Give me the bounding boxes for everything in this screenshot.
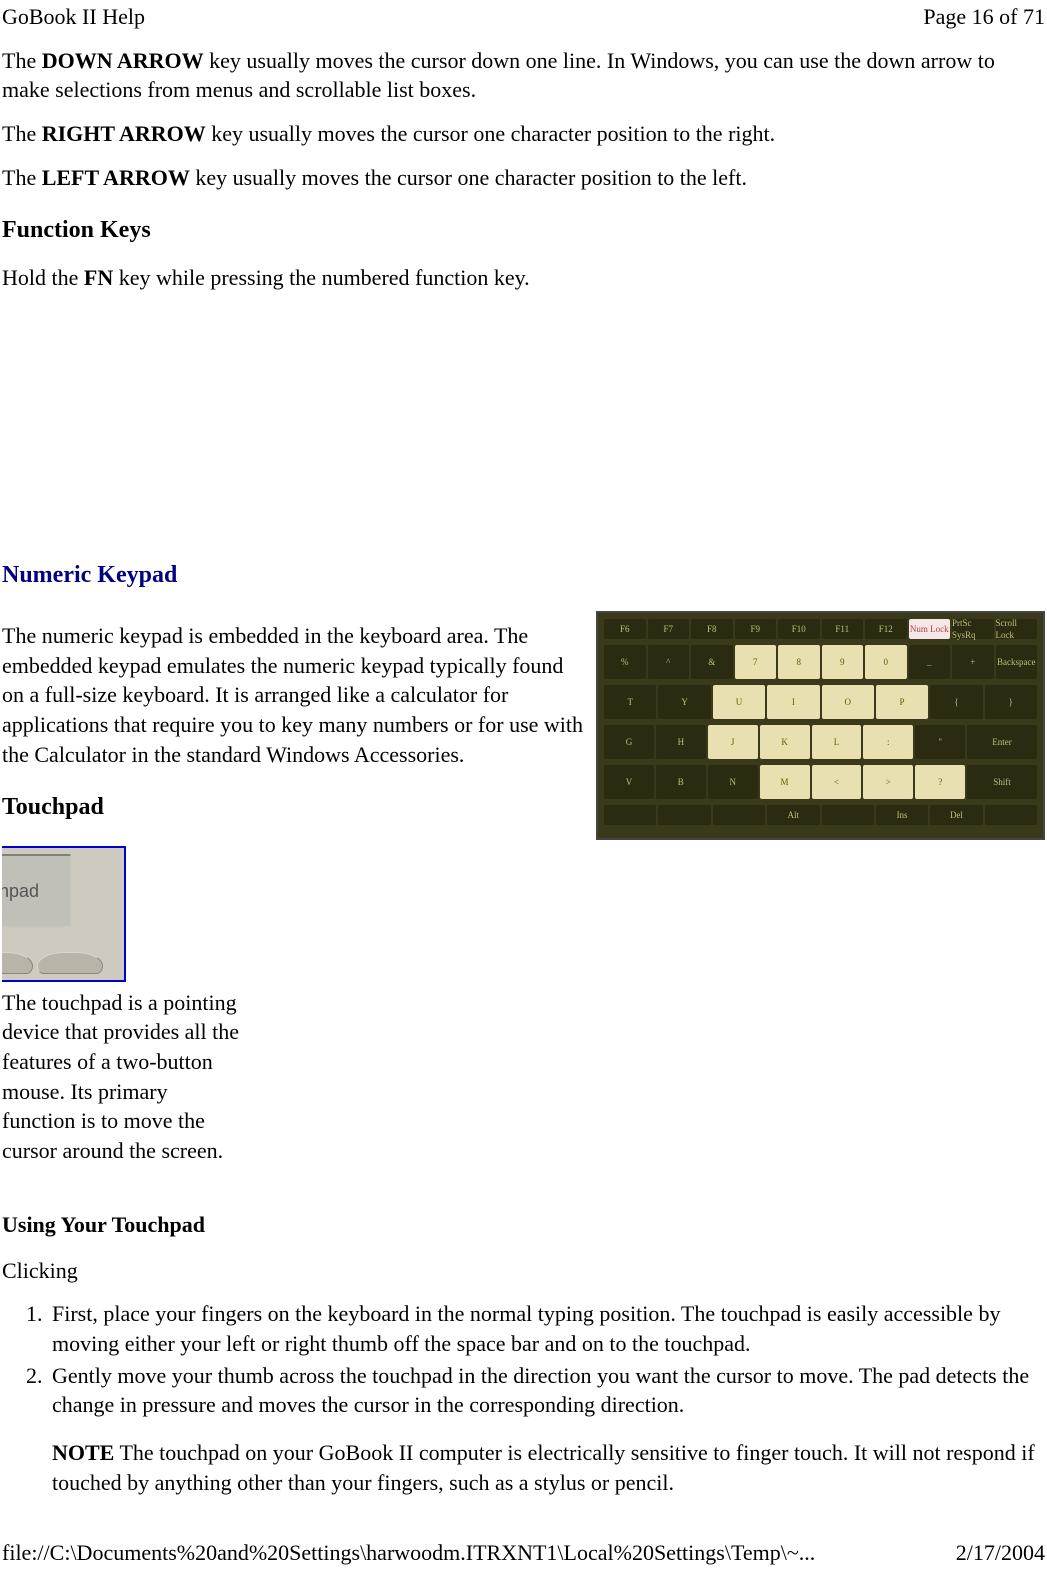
numeric-keypad-heading: Numeric Keypad (2, 559, 1045, 591)
key: N (708, 765, 758, 799)
right-arrow-label: RIGHT ARROW (42, 121, 206, 146)
key-highlight: O (822, 685, 874, 719)
key: _ (909, 645, 951, 679)
key: B (656, 765, 706, 799)
touchpad-image: Touchpad (2, 846, 126, 982)
function-keys-heading: Function Keys (2, 214, 1045, 246)
key-highlight: M (760, 765, 810, 799)
right-arrow-paragraph: The RIGHT ARROW key usually moves the cu… (2, 119, 1045, 149)
key: Del (930, 805, 982, 825)
key: Backspace (996, 645, 1038, 679)
left-arrow-label: LEFT ARROW (42, 165, 190, 190)
key (713, 805, 765, 825)
key: Y (658, 685, 710, 719)
key-highlight: ? (915, 765, 965, 799)
key: ^ (648, 645, 690, 679)
key: F7 (648, 619, 690, 639)
key-highlight: : (863, 725, 913, 759)
key: F6 (604, 619, 646, 639)
key-highlight: L (812, 725, 862, 759)
down-arrow-paragraph: The DOWN ARROW key usually moves the cur… (2, 46, 1045, 105)
left-arrow-paragraph: The LEFT ARROW key usually moves the cur… (2, 163, 1045, 193)
page-number: Page 16 of 71 (923, 2, 1045, 32)
note-label: NOTE (52, 1440, 114, 1465)
key-highlight: P (876, 685, 928, 719)
touchpad-screen-label: Touchpad (2, 854, 72, 928)
clicking-steps: First, place your fingers on the keyboar… (2, 1299, 1045, 1420)
key-highlight: 7 (735, 645, 777, 679)
key: F8 (691, 619, 733, 639)
key: { (930, 685, 982, 719)
using-touchpad-heading: Using Your Touchpad (2, 1210, 1045, 1240)
numlock-key: Num Lock (909, 619, 951, 639)
footer-path: file://C:\Documents%20and%20Settings\har… (2, 1538, 815, 1568)
key: % (604, 645, 646, 679)
key-highlight: 9 (822, 645, 864, 679)
down-arrow-label: DOWN ARROW (42, 48, 204, 73)
touchpad-button-right (37, 952, 103, 974)
key-highlight: U (713, 685, 765, 719)
key-highlight: 0 (865, 645, 907, 679)
key: " (915, 725, 965, 759)
list-item: First, place your fingers on the keyboar… (48, 1299, 1045, 1358)
key: Enter (967, 725, 1037, 759)
key: Shift (967, 765, 1037, 799)
keyboard-image: F6 F7 F8 F9 F10 F11 F12 Num Lock PrtSc S… (596, 611, 1045, 840)
key: T (604, 685, 656, 719)
key: F11 (822, 619, 864, 639)
key: F10 (778, 619, 820, 639)
key: V (604, 765, 654, 799)
key: G (604, 725, 654, 759)
key: PrtSc SysRq (952, 619, 994, 639)
key: Scroll Lock (996, 619, 1038, 639)
key-highlight: < (812, 765, 862, 799)
key: Alt (767, 805, 819, 825)
fn-paragraph: Hold the FN key while pressing the numbe… (2, 263, 1045, 293)
touchpad-button-middle (2, 952, 33, 974)
key: Ins (876, 805, 928, 825)
footer-date: 2/17/2004 (956, 1538, 1045, 1568)
key: F12 (865, 619, 907, 639)
key (658, 805, 710, 825)
clicking-label: Clicking (2, 1256, 1045, 1286)
key (985, 805, 1037, 825)
key-highlight: 8 (778, 645, 820, 679)
key: H (656, 725, 706, 759)
key: & (691, 645, 733, 679)
list-item: Gently move your thumb across the touchp… (48, 1361, 1045, 1420)
key-highlight: J (708, 725, 758, 759)
key-highlight: K (760, 725, 810, 759)
key (822, 805, 874, 825)
key: F9 (735, 619, 777, 639)
key: + (952, 645, 994, 679)
note-paragraph: NOTE The touchpad on your GoBook II comp… (52, 1438, 1045, 1497)
image-spacer (2, 307, 1045, 537)
key: } (985, 685, 1037, 719)
key-highlight: > (863, 765, 913, 799)
key-highlight: I (767, 685, 819, 719)
header-title: GoBook II Help (2, 2, 145, 32)
fn-label: FN (84, 265, 113, 290)
key (604, 805, 656, 825)
numeric-keypad-paragraph: The numeric keypad is embedded in the ke… (2, 621, 587, 769)
